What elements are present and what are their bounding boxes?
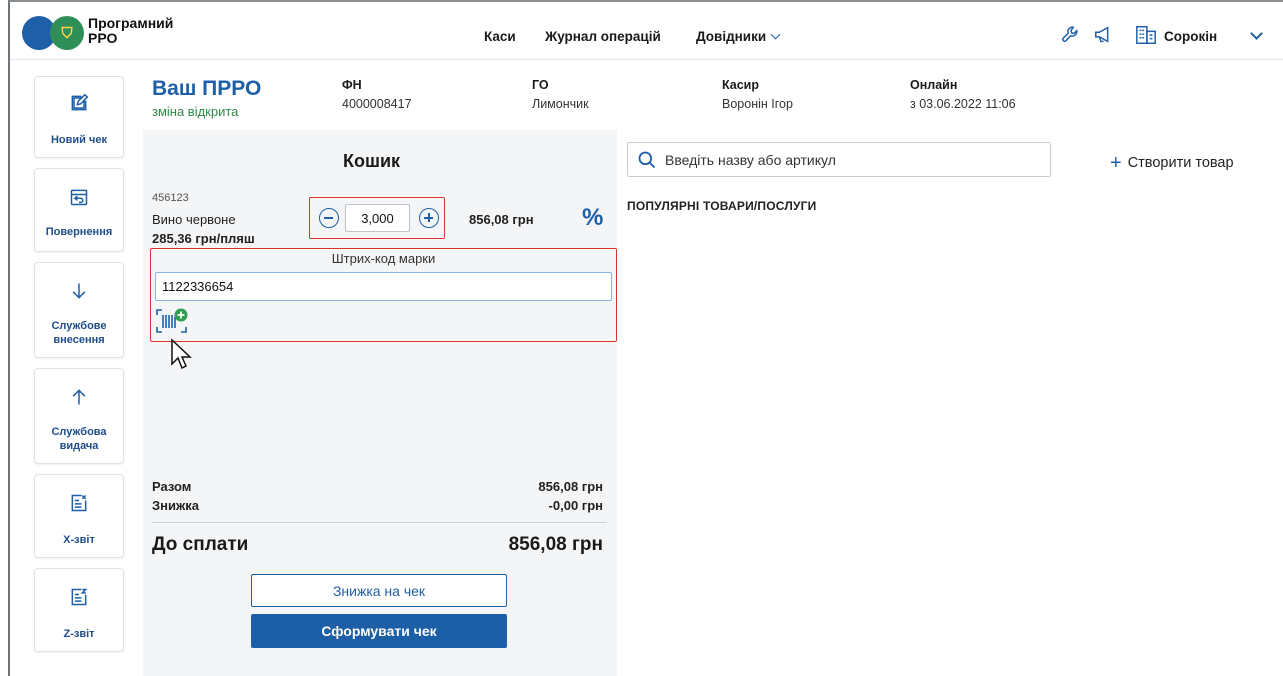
total-label: Разом	[152, 479, 192, 494]
online-value: з 03.06.2022 11:06	[910, 97, 1016, 111]
sidebar-cash-in[interactable]: Службове внесення	[34, 262, 124, 358]
total-value: 856,08 грн	[538, 479, 603, 494]
return-icon	[70, 189, 88, 206]
shift-status: зміна відкрита	[152, 104, 239, 119]
x-report-icon	[71, 494, 87, 512]
add-barcode-icon[interactable]	[155, 307, 189, 335]
sidebar-label: Z-звіт	[63, 628, 95, 640]
sidebar-label: Службове внесення	[51, 320, 107, 346]
sidebar-label: Новий чек	[50, 134, 107, 146]
totals-divider	[152, 522, 607, 523]
create-receipt-button[interactable]: Сформувати чек	[251, 614, 507, 648]
barcode-label: Штрих-код марки	[331, 251, 436, 266]
sidebar-label: Повернення	[45, 226, 113, 238]
cashier-label: Касир	[722, 78, 760, 92]
fn-label: ФН	[342, 78, 362, 92]
chevron-down-icon	[770, 29, 781, 40]
plus-icon: +	[1110, 152, 1122, 174]
barcode-input[interactable]	[155, 272, 612, 301]
user-name[interactable]: Сорокін	[1164, 29, 1217, 44]
emblem-icon: ⛉	[50, 16, 84, 50]
nav-journal[interactable]: Журнал операцій	[545, 29, 661, 44]
receipt-discount-button[interactable]: Знижка на чек	[251, 574, 507, 607]
create-product-label: Створити товар	[1127, 155, 1234, 171]
megaphone-icon[interactable]	[1092, 24, 1116, 46]
quantity-input[interactable]	[345, 204, 410, 232]
item-name: Вино червоне	[152, 212, 236, 227]
nav-dovidnyky[interactable]: Довідники	[696, 29, 781, 44]
online-label: Онлайн	[910, 78, 958, 92]
minus-circle-icon[interactable]	[319, 208, 339, 228]
fn-value: 4000008417	[342, 97, 412, 111]
arrow-down-icon	[72, 283, 86, 299]
plus-circle-icon[interactable]	[419, 208, 439, 228]
item-code: 456123	[152, 192, 189, 204]
sidebar-label: X-звіт	[63, 534, 95, 546]
z-report-icon	[71, 588, 88, 606]
chevron-down-icon[interactable]	[1250, 27, 1263, 40]
brand-title: Програмний РРО	[88, 15, 174, 46]
percent-discount-icon[interactable]: %	[582, 204, 603, 232]
sidebar-new-receipt[interactable]: Новий чек	[34, 76, 124, 158]
edit-icon	[71, 93, 89, 111]
page-title: Ваш ПРРО	[152, 77, 262, 100]
arrow-up-icon	[72, 389, 86, 405]
item-sum: 856,08 грн	[469, 212, 534, 227]
go-value: Лимончик	[532, 97, 589, 111]
mouse-cursor-icon	[171, 338, 192, 370]
search-icon	[638, 151, 656, 169]
building-icon[interactable]	[1134, 24, 1158, 46]
to-pay-label: До сплати	[152, 534, 249, 555]
to-pay-value: 856,08 грн	[508, 534, 603, 555]
cashier-value: Воронін Ігор	[722, 97, 793, 111]
sidebar-cash-out[interactable]: Службова видача	[34, 368, 124, 464]
sidebar-label: Службова видача	[51, 426, 107, 452]
cart-title: Кошик	[343, 151, 401, 171]
discount-value: -0,00 грн	[548, 498, 603, 513]
item-unit-price: 285,36 грн/пляш	[152, 231, 255, 246]
go-label: ГО	[532, 78, 549, 92]
discount-label: Знижка	[152, 498, 199, 513]
nav-kasy[interactable]: Каси	[484, 29, 516, 44]
app-window: ⛉ Програмний РРО Каси Журнал операцій До…	[8, 0, 1283, 676]
create-product-button[interactable]: + Створити товар	[1110, 150, 1234, 174]
top-bar: ⛉ Програмний РРО Каси Журнал операцій До…	[10, 2, 1283, 60]
popular-products-heading: ПОПУЛЯРНІ ТОВАРИ/ПОСЛУГИ	[627, 199, 817, 213]
nav-dovidnyky-label: Довідники	[696, 29, 767, 44]
sidebar-return[interactable]: Повернення	[34, 168, 124, 252]
sidebar-z-report[interactable]: Z-звіт	[34, 568, 124, 652]
sidebar-x-report[interactable]: X-звіт	[34, 474, 124, 558]
wrench-icon[interactable]	[1059, 24, 1083, 46]
search-input[interactable]	[665, 148, 1045, 172]
